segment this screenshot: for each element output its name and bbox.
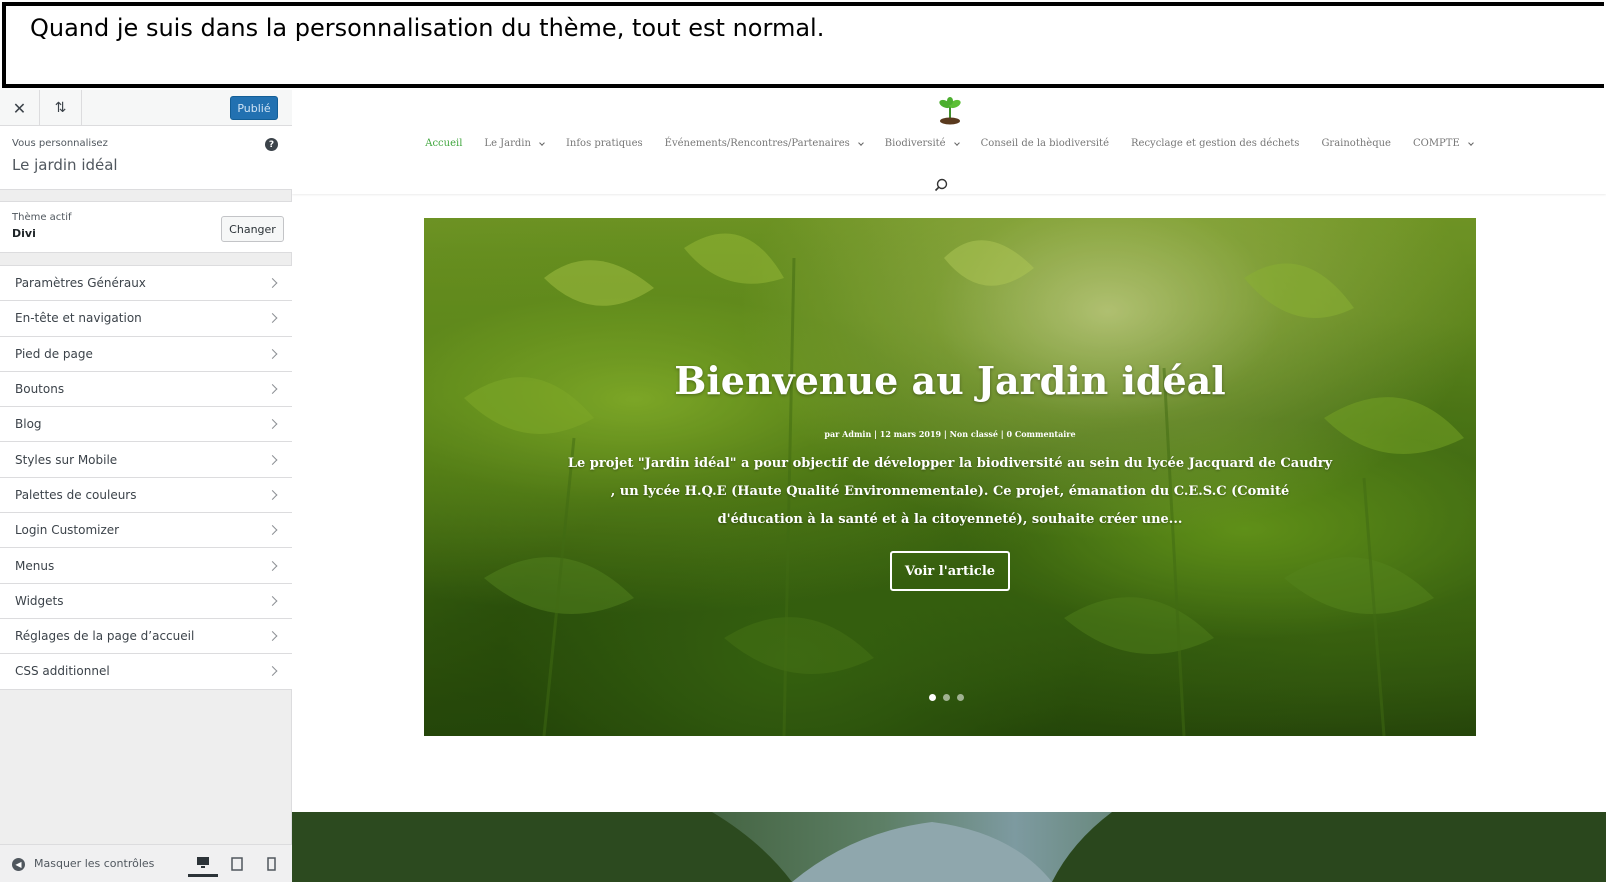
desktop-icon	[197, 857, 209, 868]
section-label: Pied de page	[15, 346, 93, 361]
annotation-text: Quand je suis dans la personnalisation d…	[30, 14, 825, 42]
seedling-logo-icon[interactable]	[938, 96, 962, 126]
chevron-right-icon	[267, 595, 278, 606]
change-theme-button[interactable]: Changer	[221, 216, 284, 242]
section-general-settings[interactable]: Paramètres Généraux	[0, 266, 292, 302]
chevron-right-icon	[267, 631, 278, 642]
hero-title[interactable]: Bienvenue au Jardin idéal	[424, 358, 1476, 403]
section-additional-css[interactable]: CSS additionnel	[0, 654, 292, 690]
site-header: Accueil Le Jardin Infos pratiques Événem…	[292, 90, 1606, 194]
section-login-customizer[interactable]: Login Customizer	[0, 513, 292, 549]
customizer-sidebar: ✕ ⇅ Publié Vous personnalisez Le jardin …	[0, 90, 292, 882]
nav-item-recyclage[interactable]: Recyclage et gestion des déchets	[1131, 138, 1299, 149]
close-icon: ✕	[12, 98, 27, 118]
nav-item-accueil[interactable]: Accueil	[425, 138, 462, 149]
section-label: Menus	[15, 558, 55, 573]
customizer-header: ✕ ⇅ Publié	[0, 90, 292, 126]
section-homepage-settings[interactable]: Réglages de la page d’accueil	[0, 618, 292, 655]
customizer-footer: ◀ Masquer les contrôles	[0, 844, 292, 882]
section-label: Widgets	[15, 593, 64, 608]
hero-slider: Bienvenue au Jardin idéal par Admin | 12…	[424, 218, 1476, 736]
slider-pagination	[929, 694, 964, 701]
publish-button[interactable]: Publié	[230, 96, 278, 120]
section-label: Styles sur Mobile	[15, 452, 118, 467]
section-mobile-styles[interactable]: Styles sur Mobile	[0, 442, 292, 478]
tablet-icon	[231, 857, 243, 871]
section-label: Blog	[15, 417, 42, 432]
customizer-info: Vous personnalisez Le jardin idéal ?	[0, 126, 292, 190]
section-label: CSS additionnel	[15, 664, 110, 679]
chevron-right-icon	[267, 313, 278, 324]
site-preview: Accueil Le Jardin Infos pratiques Événem…	[292, 90, 1606, 882]
section-widgets[interactable]: Widgets	[0, 583, 292, 619]
nav-item-infos-pratiques[interactable]: Infos pratiques	[566, 138, 643, 149]
chevron-right-icon	[267, 560, 278, 571]
nav-item-conseil[interactable]: Conseil de la biodiversité	[981, 138, 1109, 149]
slider-dot[interactable]	[929, 694, 936, 701]
nav-item-le-jardin[interactable]: Le Jardin	[484, 138, 545, 149]
nav-item-biodiversite[interactable]: Biodiversité	[885, 138, 960, 149]
section-color-palettes[interactable]: Palettes de couleurs	[0, 477, 292, 514]
preview-mobile-button[interactable]	[256, 851, 286, 877]
mobile-icon	[266, 857, 276, 871]
help-icon[interactable]: ?	[265, 138, 278, 151]
section-buttons[interactable]: Boutons	[0, 371, 292, 408]
sort-arrows-icon: ⇅	[54, 100, 67, 116]
preview-desktop-button[interactable]	[188, 851, 218, 877]
read-article-button[interactable]: Voir l'article	[890, 551, 1010, 591]
section-menus[interactable]: Menus	[0, 548, 292, 584]
preview-tablet-button[interactable]	[222, 851, 252, 877]
reorder-button[interactable]: ⇅	[40, 90, 82, 126]
customizing-label: Vous personnalisez	[12, 138, 108, 149]
slider-dot[interactable]	[943, 694, 950, 701]
section-label: En-tête et navigation	[15, 311, 142, 326]
customizer-sections: Paramètres Généraux En-tête et navigatio…	[0, 265, 292, 690]
chevron-down-icon	[539, 139, 545, 146]
search-icon[interactable]	[934, 178, 948, 192]
chevron-down-icon	[1467, 139, 1474, 146]
section-label: Palettes de couleurs	[15, 487, 137, 502]
chevron-right-icon	[267, 454, 278, 465]
section-label: Réglages de la page d’accueil	[15, 629, 195, 644]
main-navigation: Accueil Le Jardin Infos pratiques Événem…	[292, 138, 1606, 149]
nav-item-evenements[interactable]: Événements/Rencontres/Partenaires	[665, 138, 864, 149]
hide-controls-icon[interactable]: ◀	[12, 858, 25, 871]
chevron-right-icon	[267, 419, 278, 430]
nav-item-grainotheque[interactable]: Grainothèque	[1321, 138, 1391, 149]
site-title: Le jardin idéal	[12, 156, 118, 174]
active-theme-name: Divi	[12, 227, 36, 240]
chevron-right-icon	[267, 525, 278, 536]
hide-controls-button[interactable]: Masquer les contrôles	[34, 857, 154, 870]
chevron-down-icon	[953, 139, 960, 146]
chevron-right-icon	[267, 384, 278, 394]
section-label: Boutons	[15, 382, 65, 397]
chevron-right-icon	[267, 666, 278, 677]
chevron-right-icon	[267, 489, 278, 500]
slider-dot[interactable]	[957, 694, 964, 701]
nav-item-compte[interactable]: COMPTE	[1413, 138, 1474, 149]
annotation-banner: Quand je suis dans la personnalisation d…	[2, 2, 1604, 88]
forest-banner-image	[292, 812, 1606, 882]
forest-river-image	[292, 812, 1606, 882]
section-label: Paramètres Généraux	[15, 276, 146, 291]
chevron-right-icon	[267, 278, 278, 289]
chevron-down-icon	[857, 139, 864, 146]
section-blog[interactable]: Blog	[0, 407, 292, 443]
section-footer[interactable]: Pied de page	[0, 336, 292, 372]
active-theme-label: Thème actif	[12, 212, 72, 223]
section-label: Login Customizer	[15, 523, 120, 538]
active-theme-panel: Thème actif Divi Changer	[0, 201, 292, 253]
post-meta: par Admin | 12 mars 2019 | Non classé | …	[824, 429, 1076, 439]
section-header-navigation[interactable]: En-tête et navigation	[0, 301, 292, 337]
close-customizer-button[interactable]: ✕	[0, 90, 40, 126]
post-excerpt: Le projet "Jardin idéal" a pour objectif…	[567, 456, 1333, 527]
chevron-right-icon	[267, 348, 278, 359]
